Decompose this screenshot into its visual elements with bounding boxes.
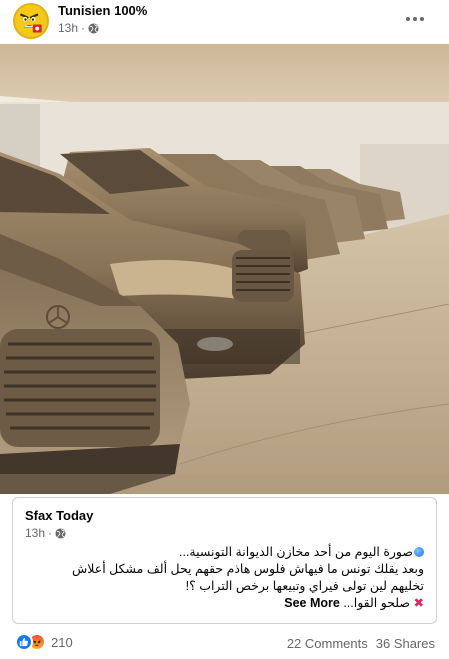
more-options-button[interactable] — [403, 7, 427, 31]
see-more-link[interactable]: See More — [284, 596, 340, 610]
post-photo[interactable] — [0, 44, 449, 494]
red-cross-emoji-icon: ✖ — [413, 596, 424, 610]
shared-post-card[interactable]: Sfax Today 13h · صورة اليوم من أحد مخازن… — [12, 497, 437, 624]
reaction-count: 210 — [51, 634, 73, 650]
post-text-line: وبعد يقلك تونس ما فيهاش فلوس هاذم حقهم ي… — [72, 562, 424, 576]
author-name[interactable]: Tunisien 100% — [58, 3, 147, 18]
post-text-line: تخليهم لين تولى فيراي وتبيعها برخص الترا… — [185, 579, 424, 593]
shared-page-name[interactable]: Sfax Today — [25, 508, 93, 523]
angry-face-logo — [15, 5, 44, 34]
globe-icon — [55, 527, 66, 539]
post-footer: 210 22 Comments 36 Shares — [0, 630, 449, 654]
reactions-summary[interactable]: 210 — [15, 633, 73, 651]
engagement-counts: 22 Comments 36 Shares — [287, 636, 435, 651]
globe-icon — [88, 22, 99, 34]
post-header: Tunisien 100% 13h · — [0, 0, 449, 44]
shares-count-link[interactable]: 36 Shares — [376, 636, 435, 651]
blue-circle-emoji-icon — [414, 547, 424, 557]
post-meta: 13h · — [58, 21, 99, 35]
like-icon — [15, 633, 33, 651]
page-avatar[interactable] — [13, 3, 49, 39]
shared-post-meta: 13h · — [25, 526, 66, 540]
post-time[interactable]: 13h — [58, 21, 78, 35]
more-horizontal-icon — [406, 17, 410, 21]
shared-post-time[interactable]: 13h — [25, 526, 45, 540]
post-text-line: ✖ صلحو القوا... See More — [284, 596, 424, 610]
post-text-line: صورة اليوم من أحد مخازن الديوانة التونسي… — [26, 544, 424, 561]
comments-count-link[interactable]: 22 Comments — [287, 636, 368, 651]
shared-post-text: صورة اليوم من أحد مخازن الديوانة التونسي… — [26, 544, 424, 612]
